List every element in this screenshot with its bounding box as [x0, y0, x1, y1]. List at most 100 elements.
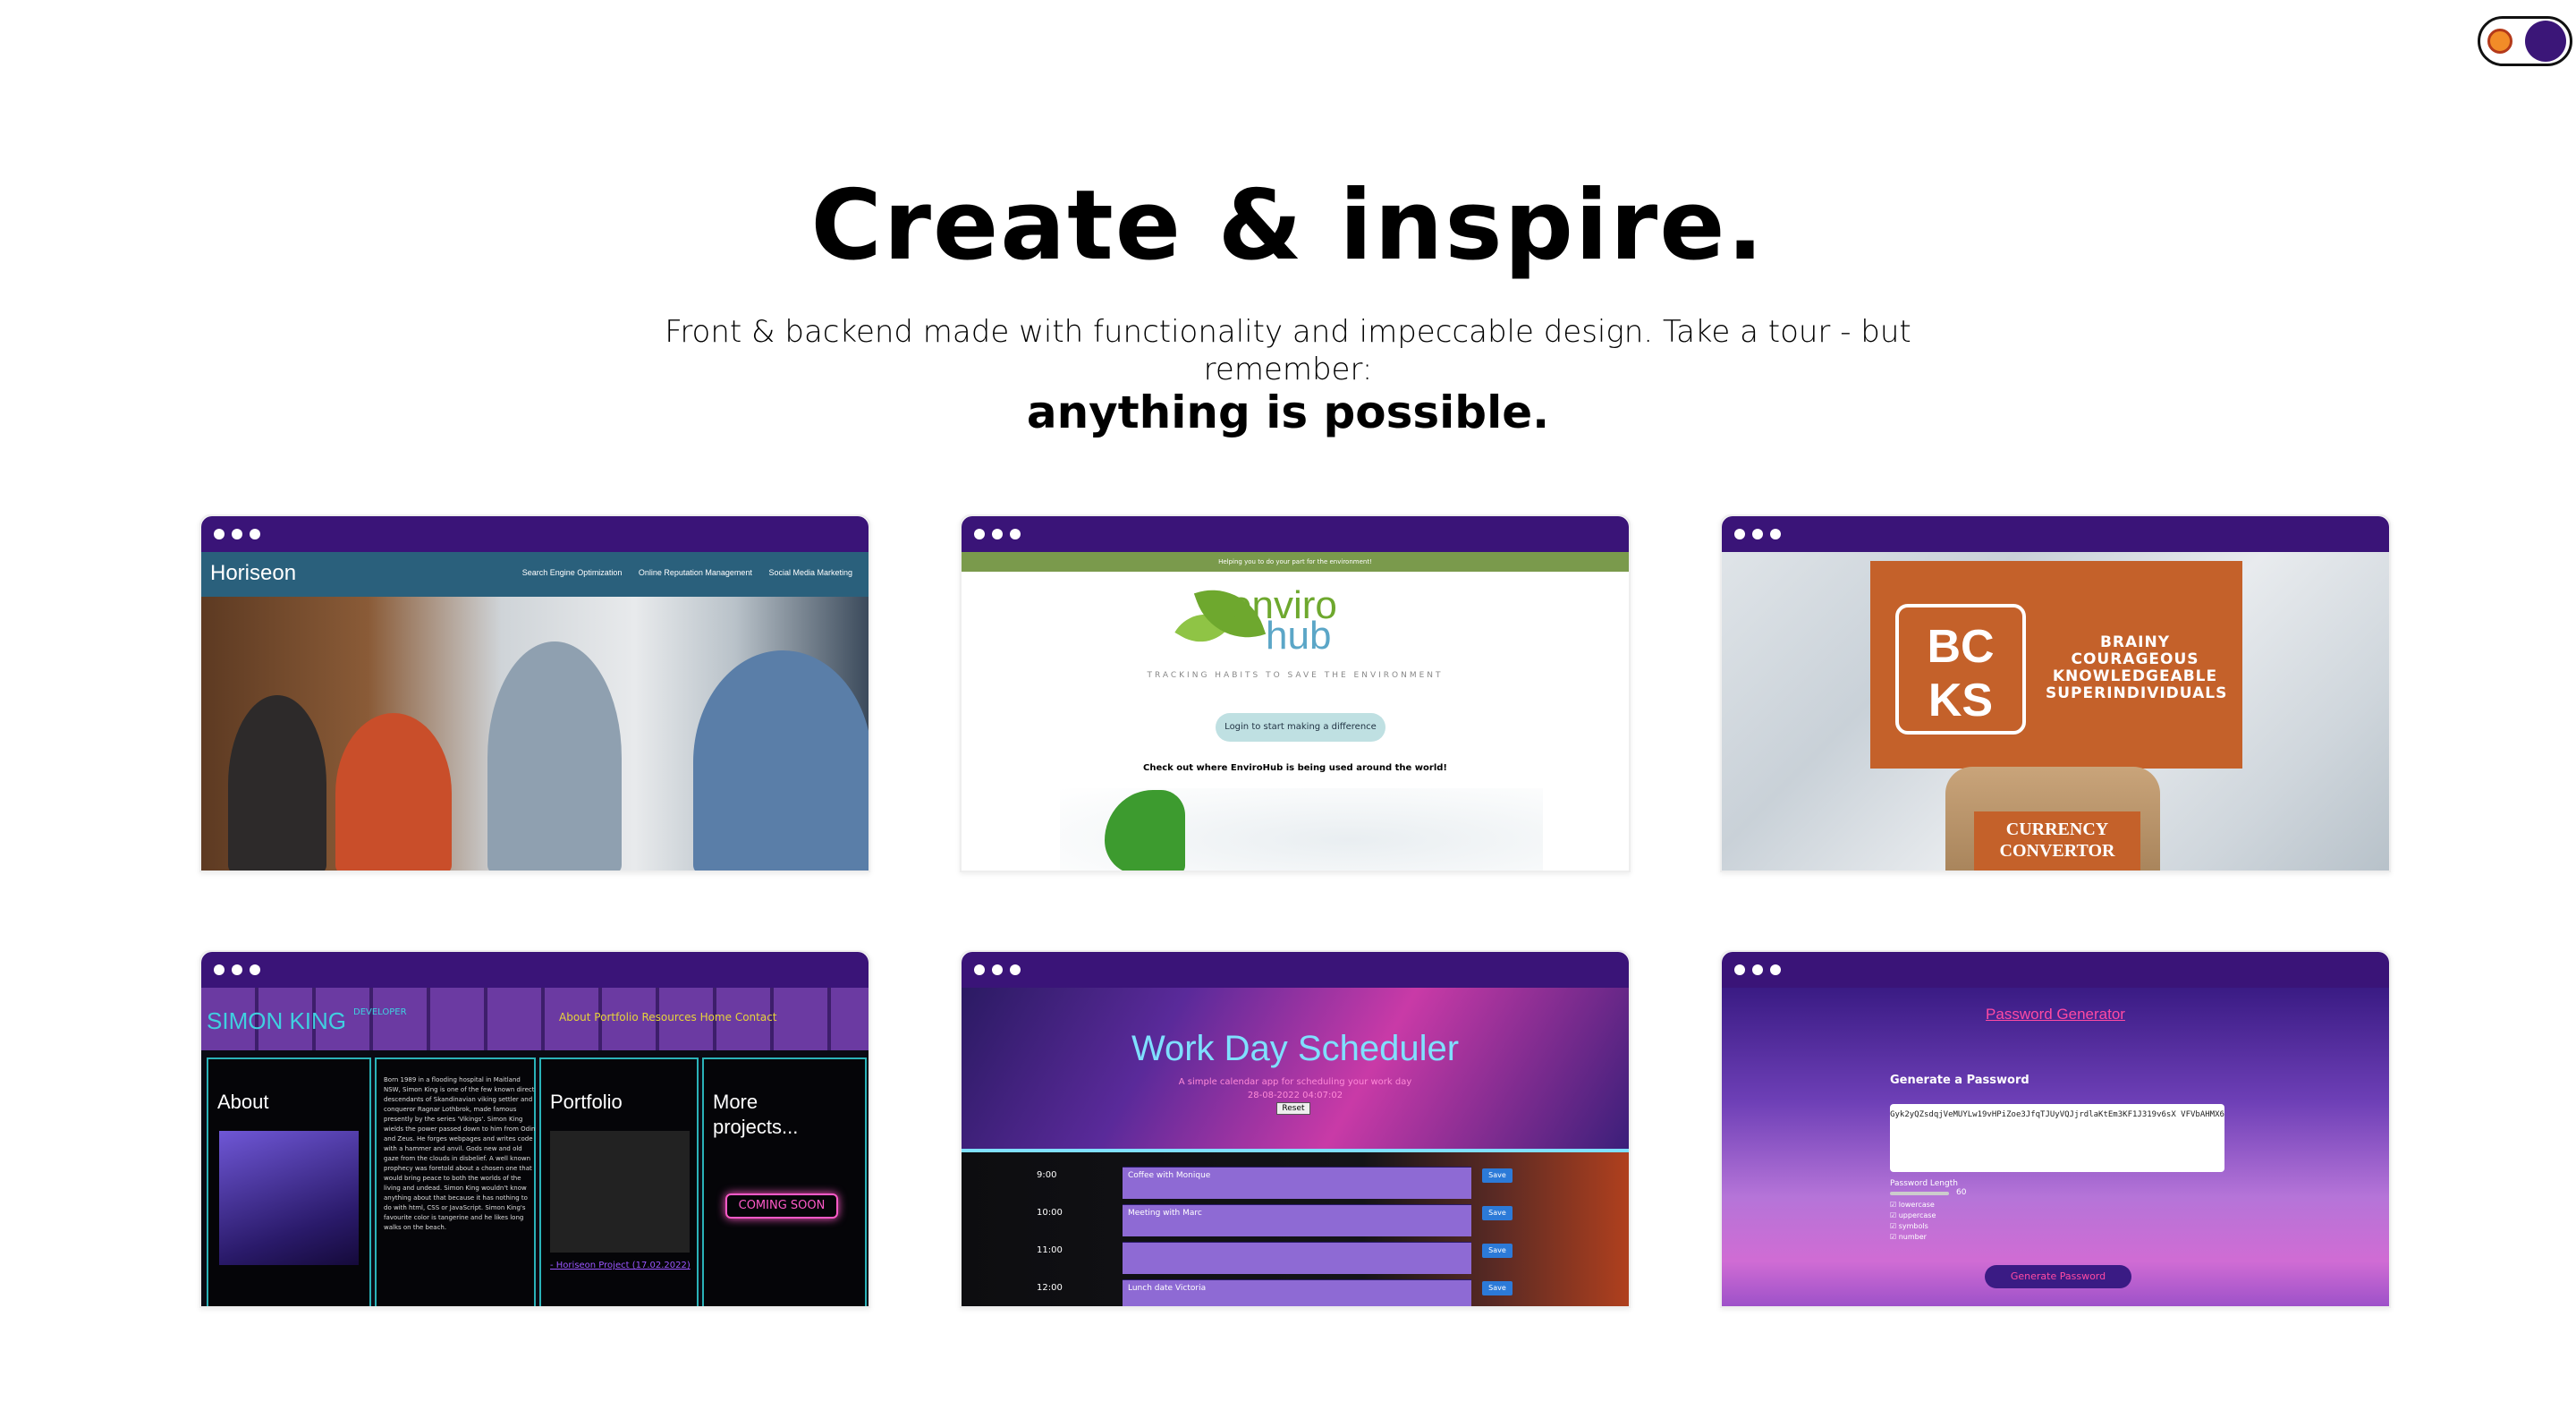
- browser-bar: [962, 516, 1629, 552]
- theme-toggle[interactable]: [2478, 16, 2572, 66]
- window-dot-icon: [1752, 964, 1763, 975]
- toggle-knob: [2525, 21, 2566, 62]
- window-dot-icon: [974, 529, 985, 539]
- password-length-label: Password Length: [1890, 1179, 1958, 1188]
- save-button: Save: [1482, 1244, 1513, 1258]
- option-number: ☑ number: [1890, 1233, 1927, 1241]
- option-symbols: ☑ symbols: [1890, 1222, 1928, 1230]
- project-card-simon-king[interactable]: SIMON KING DEVELOPER About Portfolio Res…: [199, 950, 870, 1308]
- bio-text: Born 1989 in a flooding hospital in Mait…: [384, 1076, 536, 1231]
- event-text: Coffee with Monique: [1128, 1171, 1211, 1180]
- option-uppercase: ☑ uppercase: [1890, 1211, 1936, 1219]
- option-label: lowercase: [1898, 1201, 1935, 1209]
- simon-king-sub: DEVELOPER: [353, 1007, 407, 1017]
- option-lowercase: ☑ lowercase: [1890, 1201, 1935, 1209]
- password-generator-title: Password Generator: [1986, 1006, 2125, 1023]
- window-dot-icon: [250, 964, 260, 975]
- window-dot-icon: [1010, 529, 1021, 539]
- project-card-horiseon[interactable]: Horiseon Search Engine Optimization Onli…: [199, 514, 870, 872]
- person-shape: [487, 641, 622, 871]
- project-screenshot: BC KS BRAINY COURAGEOUS KNOWLEDGEABLE SU…: [1722, 552, 2389, 871]
- window-dot-icon: [974, 964, 985, 975]
- nav-link: Online Reputation Management: [638, 568, 752, 577]
- browser-bar: [201, 952, 869, 988]
- person-shape: [228, 695, 326, 871]
- more-projects-title: More projects...: [713, 1091, 799, 1138]
- browser-bar: [1722, 516, 2389, 552]
- horiseon-links: Search Engine Optimization Online Reputa…: [508, 568, 852, 577]
- project-card-work-day-scheduler[interactable]: Work Day Scheduler A simple calendar app…: [960, 950, 1631, 1308]
- password-length-slider: [1890, 1192, 1949, 1195]
- portfolio-title: Portfolio: [550, 1091, 623, 1113]
- window-dot-icon: [250, 529, 260, 539]
- portfolio-link: - Horiseon Project (17.02.2022): [550, 1261, 691, 1270]
- project-card-envirohub[interactable]: Helping you to do your part for the envi…: [960, 514, 1631, 872]
- horiseon-nav: Horiseon Search Engine Optimization Onli…: [201, 552, 869, 597]
- browser-bar: [201, 516, 869, 552]
- event-text: Lunch date Victoria: [1128, 1284, 1207, 1293]
- envirohub-caption: Check out where EnviroHub is being used …: [1143, 763, 1447, 773]
- event-text: Meeting with Marc: [1128, 1209, 1202, 1218]
- time-slot: 10:00: [1037, 1208, 1063, 1218]
- envirohub-login-button: Login to start making a difference: [1216, 713, 1385, 742]
- event-row: [1123, 1242, 1471, 1274]
- window-dot-icon: [1734, 964, 1745, 975]
- event-row: Coffee with Monique: [1123, 1167, 1471, 1199]
- more-projects-column: More projects... COMING SOON: [702, 1058, 867, 1306]
- scheduler-subtitle-text: A simple calendar app for scheduling you…: [1178, 1077, 1412, 1087]
- password-heading: Generate a Password: [1890, 1074, 2029, 1087]
- nav-link: Search Engine Optimization: [521, 568, 623, 577]
- bcks-logo: BC KS: [1895, 604, 2026, 735]
- scheduler-header: Work Day Scheduler A simple calendar app…: [962, 988, 1629, 1149]
- window-dot-icon: [992, 529, 1003, 539]
- simon-king-name: SIMON KING: [207, 1007, 347, 1034]
- password-output: Gyk2yQZsdqjVeMUYLw19vHPiZoe3JfqTJUyVQJjr…: [1890, 1104, 2224, 1172]
- scheduler-datetime: 28-08-2022 04:07:02: [1247, 1091, 1343, 1100]
- bio-column: Born 1989 in a flooding hospital in Mait…: [375, 1058, 536, 1306]
- envirohub-tagline: TRACKING HABITS TO SAVE THE ENVIRONMENT: [1147, 671, 1444, 680]
- portfolio-column: Portfolio - Horiseon Project (17.02.2022…: [539, 1058, 699, 1306]
- envirohub-topbar: Helping you to do your part for the envi…: [962, 552, 1629, 572]
- browser-bar: [1722, 952, 2389, 988]
- hero-tagline: anything is possible.: [1026, 386, 1550, 438]
- project-screenshot: Helping you to do your part for the envi…: [962, 552, 1629, 871]
- person-shape: [693, 650, 869, 871]
- save-button: Save: [1482, 1281, 1513, 1295]
- portfolio-thumbnail: [550, 1131, 690, 1253]
- event-row: Lunch date Victoria: [1123, 1279, 1471, 1306]
- nav-link: Social Media Marketing: [768, 568, 852, 577]
- hero-subtitle: Front & backend made with functionality …: [665, 314, 1911, 387]
- about-photo: [219, 1131, 359, 1265]
- option-label: uppercase: [1898, 1211, 1936, 1219]
- bcks-logo-text: BC KS: [1927, 621, 1995, 726]
- about-column: About: [207, 1058, 371, 1306]
- project-screenshot: Work Day Scheduler A simple calendar app…: [962, 988, 1629, 1306]
- project-screenshot: Horiseon Search Engine Optimization Onli…: [201, 552, 869, 871]
- window-dot-icon: [1010, 964, 1021, 975]
- about-title: About: [217, 1091, 269, 1113]
- currency-convertor-sign: CURRENCY CONVERTOR: [1974, 811, 2140, 871]
- browser-bar: [962, 952, 1629, 988]
- hero-title: Create & inspire.: [810, 170, 1766, 282]
- coming-soon-badge: COMING SOON: [725, 1193, 838, 1219]
- scheduler-subtitle: A simple calendar app for scheduling you…: [962, 1075, 1629, 1102]
- window-dot-icon: [992, 964, 1003, 975]
- time-slot: 11:00: [1037, 1245, 1063, 1255]
- window-dot-icon: [214, 529, 225, 539]
- save-button: Save: [1482, 1206, 1513, 1220]
- event-row: Meeting with Marc: [1123, 1204, 1471, 1236]
- simon-king-nav: About Portfolio Resources Home Contact: [559, 1011, 777, 1024]
- window-dot-icon: [232, 529, 242, 539]
- scheduler-body: 9:00 Coffee with Monique Save 10:00 Meet…: [962, 1152, 1629, 1306]
- scheduler-reset-button: Reset: [1276, 1102, 1310, 1115]
- project-card-bcks[interactable]: BC KS BRAINY COURAGEOUS KNOWLEDGEABLE SU…: [1720, 514, 2391, 872]
- horiseon-logo: Horiseon: [210, 561, 297, 585]
- save-button: Save: [1482, 1168, 1513, 1183]
- project-screenshot: SIMON KING DEVELOPER About Portfolio Res…: [201, 988, 869, 1306]
- generate-password-button: Generate Password: [1985, 1265, 2131, 1288]
- project-card-password-generator[interactable]: Password Generator Generate a Password G…: [1720, 950, 2391, 1308]
- envirohub-logo: hub: [1266, 614, 1332, 658]
- bcks-banner: BC KS BRAINY COURAGEOUS KNOWLEDGEABLE SU…: [1870, 561, 2242, 769]
- bcks-words: BRAINY COURAGEOUS KNOWLEDGEABLE SUPERIND…: [2046, 633, 2228, 702]
- time-slot: 9:00: [1037, 1170, 1057, 1180]
